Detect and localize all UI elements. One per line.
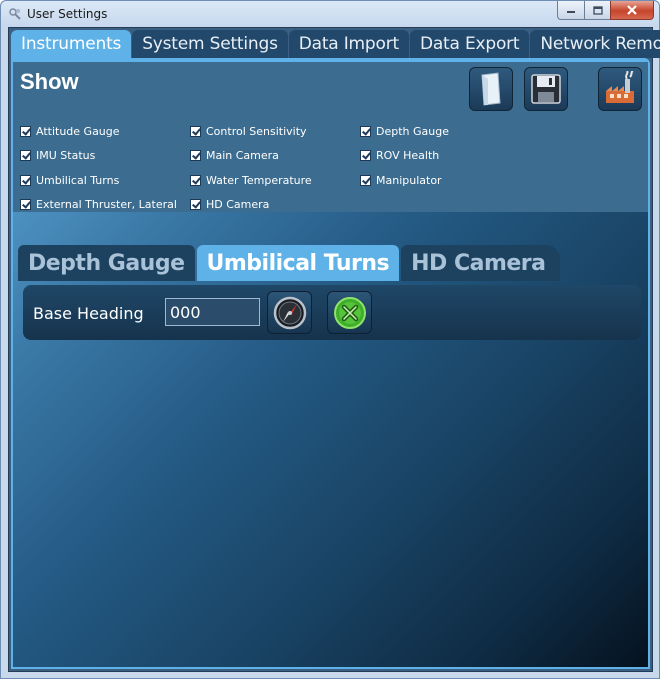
checkbox-label: Umbilical Turns: [36, 173, 120, 187]
checkbox-main-camera[interactable]: Main Camera: [190, 147, 279, 163]
checkbox-rov-health[interactable]: ROV Health: [360, 147, 439, 163]
checkbox-depth-gauge[interactable]: Depth Gauge: [360, 123, 449, 139]
checkbox-checked-icon[interactable]: [190, 149, 201, 161]
show-heading: Show: [20, 69, 79, 94]
checkbox-checked-icon[interactable]: [20, 149, 31, 161]
minimize-icon: [567, 11, 575, 13]
checkbox-checked-icon[interactable]: [360, 174, 371, 186]
checkbox-checked-icon[interactable]: [360, 125, 371, 137]
window-controls: [557, 1, 654, 20]
tab-network-remote[interactable]: Network Remote: [530, 30, 660, 58]
checkbox-checked-icon[interactable]: [20, 174, 31, 186]
floppy-disk-icon: [531, 74, 561, 104]
tab-data-export[interactable]: Data Export: [409, 30, 530, 58]
tab-data-import[interactable]: Data Import: [288, 30, 409, 58]
close-button[interactable]: [610, 1, 654, 20]
save-button[interactable]: [524, 67, 568, 111]
show-section: Show Attitude Gauge IMU Status Umbilical…: [13, 62, 648, 212]
compass-icon: [273, 296, 306, 329]
checkbox-checked-icon[interactable]: [360, 149, 371, 161]
instrument-sub-tab-bar: Depth Gauge Umbilical Turns HD Camera: [18, 245, 562, 281]
checkbox-label: Water Temperature: [206, 173, 312, 187]
base-heading-label: Base Heading: [33, 304, 144, 323]
checkbox-external-thruster-lateral[interactable]: External Thruster, Lateral: [20, 196, 177, 212]
checkbox-label: External Thruster, Lateral: [36, 197, 177, 211]
reset-heading-button[interactable]: [327, 291, 372, 334]
subtab-depth-gauge[interactable]: Depth Gauge: [18, 245, 195, 281]
checkbox-label: Control Sensitivity: [206, 124, 307, 138]
green-x-reset-icon: [333, 296, 366, 329]
checkbox-label: ROV Health: [376, 148, 440, 162]
checkbox-label: HD Camera: [206, 197, 270, 211]
factory-icon: [606, 71, 634, 103]
app-icon: [9, 8, 21, 20]
checkbox-manipulator[interactable]: Manipulator: [360, 172, 442, 188]
checkbox-label: Attitude Gauge: [36, 124, 120, 138]
tab-system-settings[interactable]: System Settings: [132, 30, 288, 58]
checkbox-water-temperature[interactable]: Water Temperature: [190, 172, 312, 188]
checkbox-checked-icon[interactable]: [20, 125, 31, 137]
window-title: User Settings: [27, 7, 108, 21]
checkbox-label: Manipulator: [376, 173, 442, 187]
checkbox-label: IMU Status: [36, 148, 96, 162]
compass-button[interactable]: [267, 291, 312, 334]
checkbox-label: Main Camera: [206, 148, 279, 162]
top-tab-bar: Instruments System Settings Data Import …: [11, 30, 660, 58]
checkbox-imu-status[interactable]: IMU Status: [20, 147, 95, 163]
tab-instruments[interactable]: Instruments: [11, 30, 132, 58]
maximize-icon: [592, 5, 603, 15]
user-settings-window: User Settings Instruments System Setting…: [0, 0, 660, 679]
checkbox-checked-icon[interactable]: [190, 174, 201, 186]
checkbox-checked-icon[interactable]: [190, 198, 201, 210]
client-area: Instruments System Settings Data Import …: [8, 27, 660, 672]
checkbox-label: Depth Gauge: [376, 124, 449, 138]
minimize-button[interactable]: [557, 1, 584, 20]
checkbox-umbilical-turns[interactable]: Umbilical Turns: [20, 172, 119, 188]
title-bar[interactable]: User Settings: [1, 1, 659, 27]
base-heading-input[interactable]: [165, 298, 260, 326]
base-heading-row: Base Heading: [23, 285, 641, 340]
close-icon: [627, 5, 637, 15]
checkbox-attitude-gauge[interactable]: Attitude Gauge: [20, 123, 120, 139]
subtab-umbilical-turns[interactable]: Umbilical Turns: [196, 245, 400, 281]
maximize-button[interactable]: [584, 1, 610, 20]
document-icon: [481, 72, 501, 106]
new-document-button[interactable]: [469, 67, 513, 111]
checkbox-checked-icon[interactable]: [20, 198, 31, 210]
instruments-panel: Show Attitude Gauge IMU Status Umbilical…: [11, 58, 650, 669]
checkbox-checked-icon[interactable]: [190, 125, 201, 137]
factory-defaults-button[interactable]: [598, 67, 642, 111]
subtab-hd-camera[interactable]: HD Camera: [401, 245, 560, 281]
checkbox-control-sensitivity[interactable]: Control Sensitivity: [190, 123, 307, 139]
checkbox-hd-camera[interactable]: HD Camera: [190, 196, 269, 212]
